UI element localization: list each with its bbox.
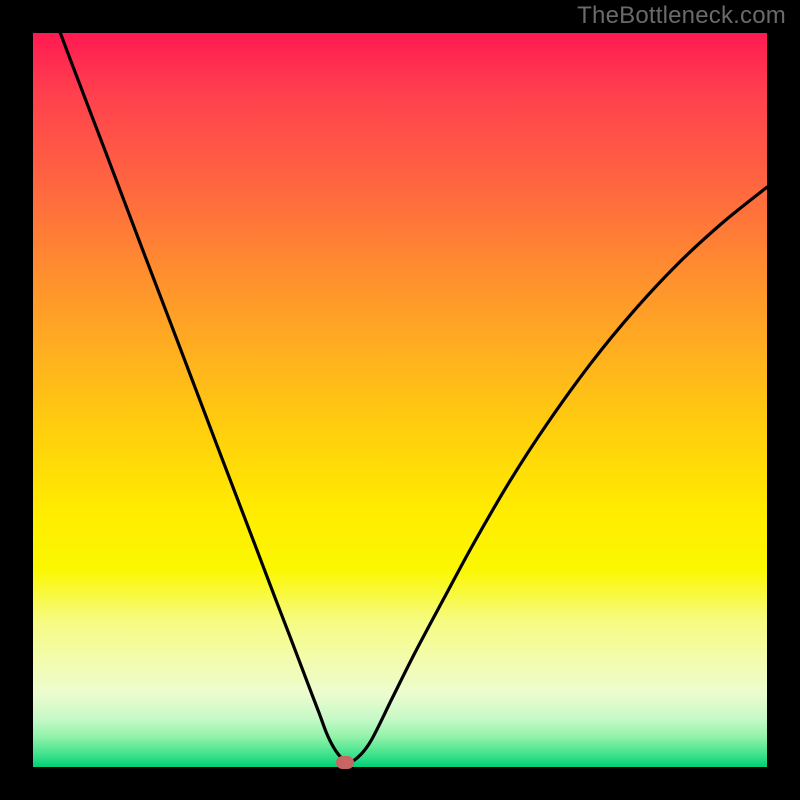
bottleneck-curve xyxy=(33,33,767,767)
plot-area xyxy=(33,33,767,767)
watermark-text: TheBottleneck.com xyxy=(577,2,786,30)
curve-path xyxy=(33,0,767,761)
optimal-point-marker xyxy=(336,756,354,769)
chart-frame: TheBottleneck.com xyxy=(0,0,800,800)
